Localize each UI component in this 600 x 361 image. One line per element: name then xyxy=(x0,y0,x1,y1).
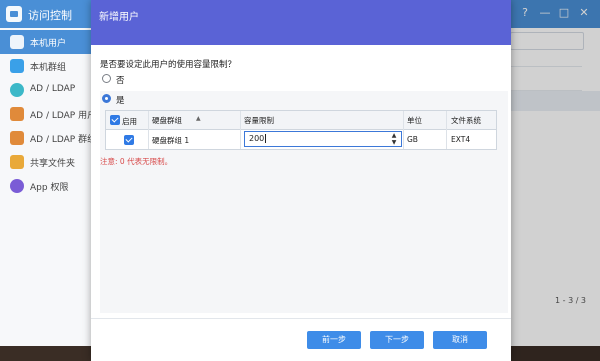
sidebar-item-label: AD / LDAP 群组 xyxy=(30,135,97,145)
sidebar-item-ad-ldap-users[interactable]: AD / LDAP 用户 xyxy=(0,102,96,126)
table-header: 启用 硬盘群组 ▲ 容量限制 单位 文件系统 xyxy=(106,111,496,130)
sidebar-item-label: 本机用户 xyxy=(30,39,67,49)
sidebar-item-label: App 权限 xyxy=(30,183,69,193)
add-user-dialog: 新增用户 是否要设定此用户的使用容量限制？ 否 是 启用 硬盘群组 ▲ 容量限制… xyxy=(91,0,511,361)
ldap-group-icon xyxy=(10,131,24,145)
column-divider xyxy=(240,111,241,149)
quota-value: 200 xyxy=(249,134,265,143)
app-title: 访问控制 xyxy=(28,9,72,22)
radio-yes-label: 是 xyxy=(116,96,125,106)
previous-button[interactable]: 前一步 xyxy=(307,331,361,349)
select-all-checkbox[interactable] xyxy=(110,115,120,125)
row-enable-checkbox[interactable] xyxy=(124,135,134,145)
radio-yes[interactable] xyxy=(102,94,111,103)
app-permission-icon xyxy=(10,179,24,193)
decrement-icon[interactable]: ▼ xyxy=(390,140,398,146)
column-divider xyxy=(148,111,149,149)
quota-question: 是否要设定此用户的使用容量限制？ xyxy=(100,60,237,70)
sort-ascending-icon: ▲ xyxy=(196,115,201,122)
sidebar-item-shared-folders[interactable]: 共享文件夹 xyxy=(0,150,92,174)
row-unit: GB xyxy=(407,135,418,144)
header-enable: 启用 xyxy=(122,117,137,126)
ad-ldap-icon xyxy=(10,83,24,97)
sidebar-item-app-permissions[interactable]: App 权限 xyxy=(0,174,92,198)
access-control-logo-icon xyxy=(6,6,22,22)
radio-no[interactable] xyxy=(102,74,111,83)
dialog-footer-divider xyxy=(91,318,511,319)
sidebar-item-ad-ldap-groups[interactable]: AD / LDAP 群组 xyxy=(0,126,96,150)
radio-no-label: 否 xyxy=(116,76,125,86)
sidebar-item-ad-ldap[interactable]: AD / LDAP xyxy=(0,78,92,102)
user-icon xyxy=(10,35,24,49)
sidebar-item-local-users[interactable]: 本机用户 xyxy=(0,30,92,54)
cancel-button[interactable]: 取消 xyxy=(433,331,487,349)
quota-note: 注意: 0 代表无限制。 xyxy=(100,157,173,166)
folder-icon xyxy=(10,155,24,169)
sidebar-item-label: AD / LDAP xyxy=(30,84,76,94)
sidebar-item-label: AD / LDAP 用户 xyxy=(30,111,97,121)
quota-table: 启用 硬盘群组 ▲ 容量限制 单位 文件系统 硬盘群组 1 200 ▲ ▼ GB… xyxy=(105,110,497,150)
row-disk-group: 硬盘群组 1 xyxy=(152,136,190,145)
ldap-user-icon xyxy=(10,107,24,121)
group-icon xyxy=(10,59,24,73)
next-button[interactable]: 下一步 xyxy=(370,331,424,349)
row-filesystem: EXT4 xyxy=(451,135,471,144)
column-divider xyxy=(403,111,404,149)
sidebar-item-label: 共享文件夹 xyxy=(30,159,76,169)
dialog-header: 新增用户 xyxy=(91,0,511,45)
sidebar-item-label: 本机群组 xyxy=(30,63,67,73)
column-divider xyxy=(446,111,447,149)
sidebar-item-local-groups[interactable]: 本机群组 xyxy=(0,54,92,78)
header-filesystem: 文件系统 xyxy=(451,116,481,125)
quota-value-input[interactable]: 200 ▲ ▼ xyxy=(244,131,402,147)
header-unit: 单位 xyxy=(407,116,422,125)
header-disk-group[interactable]: 硬盘群组 xyxy=(152,115,182,126)
header-quota: 容量限制 xyxy=(244,116,274,125)
sidebar: 本机用户 本机群组 AD / LDAP AD / LDAP 用户 AD / LD… xyxy=(0,28,96,361)
text-caret xyxy=(265,134,267,143)
dialog-title: 新增用户 xyxy=(99,12,139,23)
